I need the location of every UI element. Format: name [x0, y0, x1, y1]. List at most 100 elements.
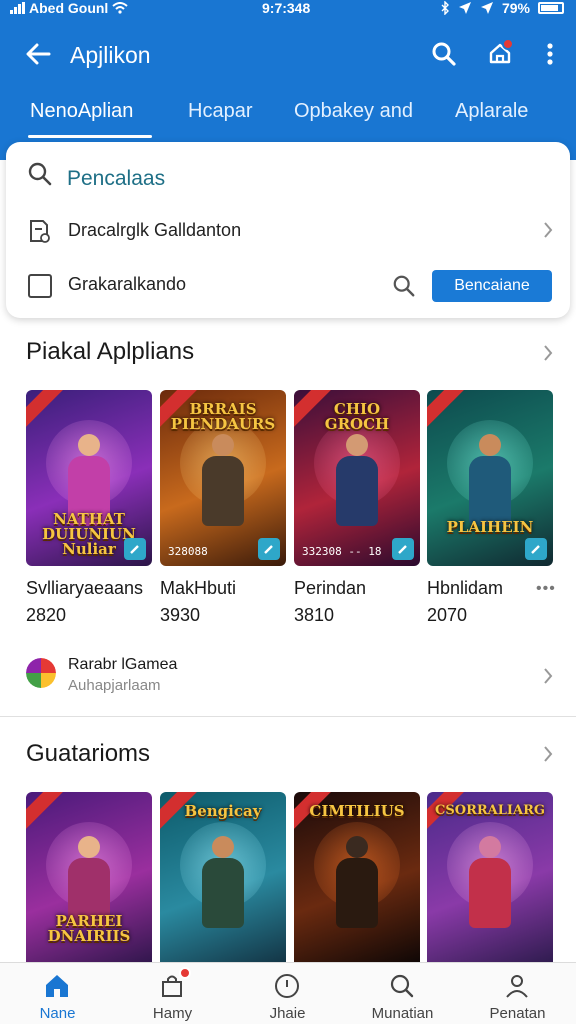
install-badge — [525, 538, 547, 560]
install-badge — [258, 538, 280, 560]
game-year: 3810 — [294, 605, 335, 625]
arrow-left-icon — [26, 43, 51, 65]
chevron-right-icon — [544, 222, 553, 238]
ribbon-badge — [427, 390, 468, 430]
promo-subtitle: Auhapjarlaam — [68, 677, 161, 694]
more-vertical-icon — [547, 43, 553, 65]
bottom-navigation: Nane Hamy Jhaie Munatian Penatan — [0, 962, 576, 1024]
cover-title: CSORRALIARG — [435, 803, 545, 818]
download-row[interactable]: Dracalrglk Galldanton — [6, 204, 570, 258]
more-options-button[interactable] — [532, 36, 568, 72]
nav-item-jhaie[interactable]: Jhaie — [230, 963, 345, 1024]
battery-label: 79% — [501, 0, 530, 16]
tab-indicator — [28, 135, 152, 138]
nav-item-munatian[interactable]: Munatian — [345, 963, 460, 1024]
cover-title: CHIO GROCH — [324, 400, 390, 433]
divider — [0, 716, 576, 717]
game-logo-icon — [26, 658, 56, 688]
navigation-icon — [480, 2, 493, 14]
nav-label: Munatian — [371, 1005, 434, 1022]
chevron-right-icon[interactable] — [542, 744, 554, 764]
document-icon — [30, 220, 50, 243]
cover-title: PARHEI DNAIRIIS — [47, 912, 131, 945]
install-badge — [124, 538, 146, 560]
chevron-right-icon — [544, 668, 553, 684]
nav-item-home[interactable]: Nane — [0, 963, 115, 1024]
nav-label: Penatan — [489, 1005, 546, 1022]
wifi-icon — [112, 2, 128, 14]
game-name[interactable]: MakHbuti — [160, 578, 236, 599]
chevron-right-icon[interactable] — [542, 343, 554, 363]
battery-icon — [538, 2, 564, 14]
game-year: 3930 — [160, 605, 201, 625]
game-card[interactable]: NATHAT DUIUNIUN Nuliar — [26, 390, 152, 566]
download-label: Dracalrglk Galldanton — [68, 220, 242, 240]
game-year: 2070 — [427, 605, 468, 625]
cover-title: CIMTILIUS — [309, 802, 405, 820]
carrier-label: Abed Gounl — [29, 0, 109, 16]
game-character — [465, 836, 515, 936]
cover-title: Bengicay — [184, 802, 262, 820]
section-title-second: Guatarioms — [26, 740, 151, 767]
home-icon — [46, 975, 68, 997]
app-bar: Abed Gounl 9:7:348 79% Apjlikon NenoApli… — [0, 0, 576, 160]
cover-code: 332308 -- 18 — [302, 545, 382, 558]
search-icon — [432, 42, 456, 66]
game-year: 2820 — [26, 605, 67, 625]
checkbox-icon[interactable] — [27, 273, 53, 299]
status-bar: Abed Gounl 9:7:348 79% — [0, 0, 576, 20]
game-card[interactable]: BRRAIS PIENDAURS 328088 — [160, 390, 286, 566]
search-submit-button[interactable]: Bencaiane — [432, 270, 552, 302]
cover-title: BRRAIS PIENDAURS — [170, 400, 276, 433]
signal-icon — [10, 2, 25, 14]
location-icon — [458, 2, 471, 14]
search-icon — [393, 275, 415, 297]
game-card[interactable]: CIMTILIUS — [294, 792, 420, 968]
page-title: Apjlikon — [70, 42, 151, 68]
clock-label: 9:7:348 — [262, 0, 311, 16]
game-name[interactable]: Perindan — [294, 578, 366, 599]
notifications-button[interactable] — [482, 36, 518, 72]
pencil-icon — [398, 545, 407, 554]
search-icon — [28, 162, 52, 186]
search-input[interactable]: Pencalaas — [67, 167, 165, 191]
tab-hcapar[interactable]: Hcapar — [188, 100, 252, 123]
game-card[interactable]: Bengicay — [160, 792, 286, 968]
clock-icon — [275, 974, 299, 998]
notification-badge — [179, 967, 191, 979]
game-character — [332, 836, 382, 936]
nav-label: Hamy — [152, 1005, 193, 1022]
person-icon — [506, 975, 528, 998]
promo-row[interactable]: Rarabr lGamea Auhapjarlaam — [0, 648, 576, 704]
filter-label: Grakaralkando — [68, 274, 187, 294]
bluetooth-icon — [441, 1, 449, 15]
tab-bar: NenoAplian Hcapar Opbakey and Aplarale — [0, 90, 576, 140]
filter-row: Grakaralkando Bencaiane — [6, 258, 570, 312]
section-title-popular: Piakal Aplplians — [26, 338, 195, 365]
nav-label: Jhaie — [269, 1005, 306, 1022]
tab-aplarale[interactable]: Aplarale — [455, 100, 528, 123]
install-badge — [392, 538, 414, 560]
search-button[interactable] — [426, 36, 462, 72]
nav-item-hamy[interactable]: Hamy — [115, 963, 230, 1024]
tab-opbakey[interactable]: Opbakey and — [294, 100, 413, 123]
nav-item-penatan[interactable]: Penatan — [460, 963, 575, 1024]
promo-title: Rarabr lGamea — [68, 656, 178, 673]
game-card[interactable]: PARHEI DNAIRIIS — [26, 792, 152, 968]
pencil-icon — [264, 545, 273, 554]
game-name[interactable]: Svlliaryaeaans — [26, 578, 143, 599]
game-card[interactable]: CSORRALIARG — [427, 792, 553, 968]
search-row[interactable]: Pencalaas — [6, 146, 570, 200]
game-name[interactable]: Hbnlidam — [427, 578, 503, 599]
cover-title: PLAIHEIN — [446, 518, 534, 536]
tab-nenoaplian[interactable]: NenoAplian — [30, 100, 133, 123]
more-horizontal-icon[interactable]: ••• — [536, 580, 556, 598]
game-card[interactable]: CHIO GROCH 332308 -- 18 — [294, 390, 420, 566]
pencil-icon — [130, 545, 139, 554]
search-panel: Pencalaas Dracalrglk Galldanton Grakaral… — [6, 142, 570, 318]
game-character — [332, 434, 382, 534]
search-icon — [390, 974, 414, 998]
back-button[interactable] — [20, 36, 56, 72]
game-card[interactable]: PLAIHEIN — [427, 390, 553, 566]
filter-search-button[interactable] — [390, 272, 418, 300]
